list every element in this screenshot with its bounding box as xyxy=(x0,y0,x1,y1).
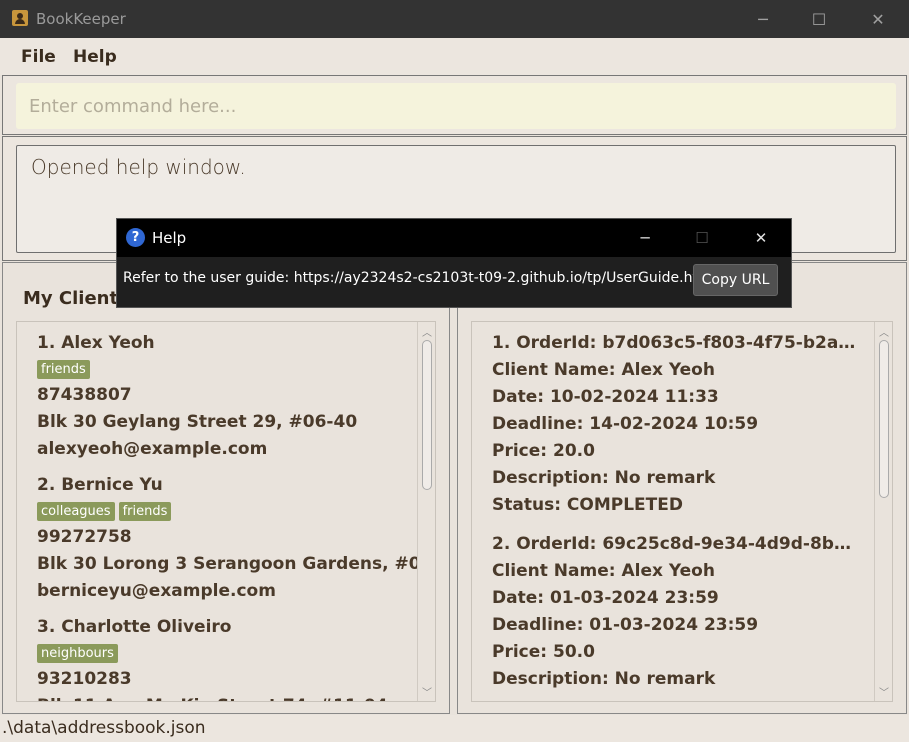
close-button[interactable]: ✕ xyxy=(849,0,907,38)
client-name: 1. Alex Yeoh xyxy=(37,333,155,353)
window-title: BookKeeper xyxy=(36,10,126,28)
tag: friends xyxy=(118,502,172,521)
order-deadline: Deadline: 01-03-2024 23:59 xyxy=(492,615,759,635)
scroll-thumb[interactable] xyxy=(422,340,432,490)
maximize-button[interactable]: ☐ xyxy=(790,0,848,38)
tag: neighbours xyxy=(37,644,118,663)
help-maximize-button: ☐ xyxy=(695,229,709,247)
data-file-path: .\data\addressbook.json xyxy=(2,718,206,738)
menu-help[interactable]: Help xyxy=(73,47,117,67)
client-phone: 99272758 xyxy=(37,527,132,547)
help-minimize-button[interactable]: ─ xyxy=(616,219,674,257)
clients-panel: My Clients 1. Alex Yeoh friends 87438807… xyxy=(2,262,450,714)
scroll-up-icon[interactable]: ︿ xyxy=(879,324,889,339)
client-email: alexyeoh@example.com xyxy=(37,439,268,459)
command-input[interactable] xyxy=(16,83,896,129)
question-icon: ? xyxy=(126,228,145,247)
menu-file[interactable]: File xyxy=(21,47,56,67)
clients-heading: My Clients xyxy=(23,288,129,309)
help-title: Help xyxy=(152,229,187,247)
client-address: Blk 30 Geylang Street 29, #06-40 xyxy=(37,412,358,432)
order-date: Date: 10-02-2024 11:33 xyxy=(492,387,719,407)
scroll-up-icon[interactable]: ︿ xyxy=(422,324,432,339)
help-dialog: ? Help ─ ☐ ✕ Refer to the user guide: ht… xyxy=(116,218,792,308)
order-price: Price: 20.0 xyxy=(492,441,595,461)
help-titlebar: ? Help ─ ☐ ✕ xyxy=(117,219,791,257)
window-titlebar: BookKeeper ─ ☐ ✕ xyxy=(0,0,909,38)
orders-panel: 1. OrderId: b7d063c5-f803-4f75-b2ad-777.… xyxy=(457,262,907,714)
client-card[interactable]: 3. Charlotte Oliveiro neighbours 9321028… xyxy=(37,614,417,701)
order-id: 2. OrderId: 69c25c8d-9e34-4d9d-8bad-e3..… xyxy=(492,534,860,554)
order-list-scrollbar[interactable]: ︿ ﹀ xyxy=(874,322,892,701)
app-icon xyxy=(12,10,28,26)
client-address: Blk 11 Ang Mo Kio Street 74, #11-04 xyxy=(37,693,417,701)
help-body: Refer to the user guide: https://ay2324s… xyxy=(117,257,791,307)
order-list[interactable]: 1. OrderId: b7d063c5-f803-4f75-b2ad-777.… xyxy=(471,321,893,702)
order-client: Client Name: Alex Yeoh xyxy=(492,360,715,380)
order-id: 1. OrderId: b7d063c5-f803-4f75-b2ad-777.… xyxy=(492,333,860,353)
status-bar: .\data\addressbook.json xyxy=(0,715,909,742)
client-address: Blk 30 Lorong 3 Serangoon Gardens, #07-1… xyxy=(37,554,436,574)
client-name: 2. Bernice Yu xyxy=(37,475,163,495)
order-status: Status: COMPLETED xyxy=(492,495,683,515)
tag: friends xyxy=(37,360,90,379)
client-name: 3. Charlotte Oliveiro xyxy=(37,617,232,637)
tag: colleagues xyxy=(37,502,115,521)
order-date: Date: 01-03-2024 23:59 xyxy=(492,588,719,608)
help-close-button[interactable]: ✕ xyxy=(732,219,790,257)
scroll-down-icon[interactable]: ﹀ xyxy=(422,684,432,699)
order-client: Client Name: Alex Yeoh xyxy=(492,561,715,581)
menu-bar: File Help xyxy=(0,38,909,75)
order-price: Price: 50.0 xyxy=(492,642,595,662)
client-tags: neighbours xyxy=(37,641,417,666)
order-card[interactable]: 2. OrderId: 69c25c8d-9e34-4d9d-8bad-e3..… xyxy=(492,531,872,693)
help-message: Refer to the user guide: https://ay2324s… xyxy=(123,270,716,286)
client-email: berniceyu@example.com xyxy=(37,581,276,601)
minimize-button[interactable]: ─ xyxy=(734,0,792,38)
client-list-scrollbar[interactable]: ︿ ﹀ xyxy=(417,322,435,701)
order-description: Description: No remark xyxy=(492,669,716,689)
scroll-down-icon[interactable]: ﹀ xyxy=(879,684,889,699)
order-deadline: Deadline: 14-02-2024 10:59 xyxy=(492,414,759,434)
client-list[interactable]: 1. Alex Yeoh friends 87438807 Blk 30 Gey… xyxy=(16,321,436,702)
client-tags: friends xyxy=(37,357,417,382)
copy-url-button[interactable]: Copy URL xyxy=(693,264,778,296)
client-tags: colleagues friends xyxy=(37,499,417,524)
result-text: Opened help window. xyxy=(31,155,246,179)
order-card[interactable]: 1. OrderId: b7d063c5-f803-4f75-b2ad-777.… xyxy=(492,330,872,519)
client-card[interactable]: 1. Alex Yeoh friends 87438807 Blk 30 Gey… xyxy=(37,330,417,463)
client-card[interactable]: 2. Bernice Yu colleagues friends 9927275… xyxy=(37,472,436,605)
client-phone: 93210283 xyxy=(37,669,132,689)
client-phone: 87438807 xyxy=(37,385,132,405)
command-box xyxy=(2,75,907,135)
scroll-thumb[interactable] xyxy=(879,340,889,498)
order-description: Description: No remark xyxy=(492,468,716,488)
